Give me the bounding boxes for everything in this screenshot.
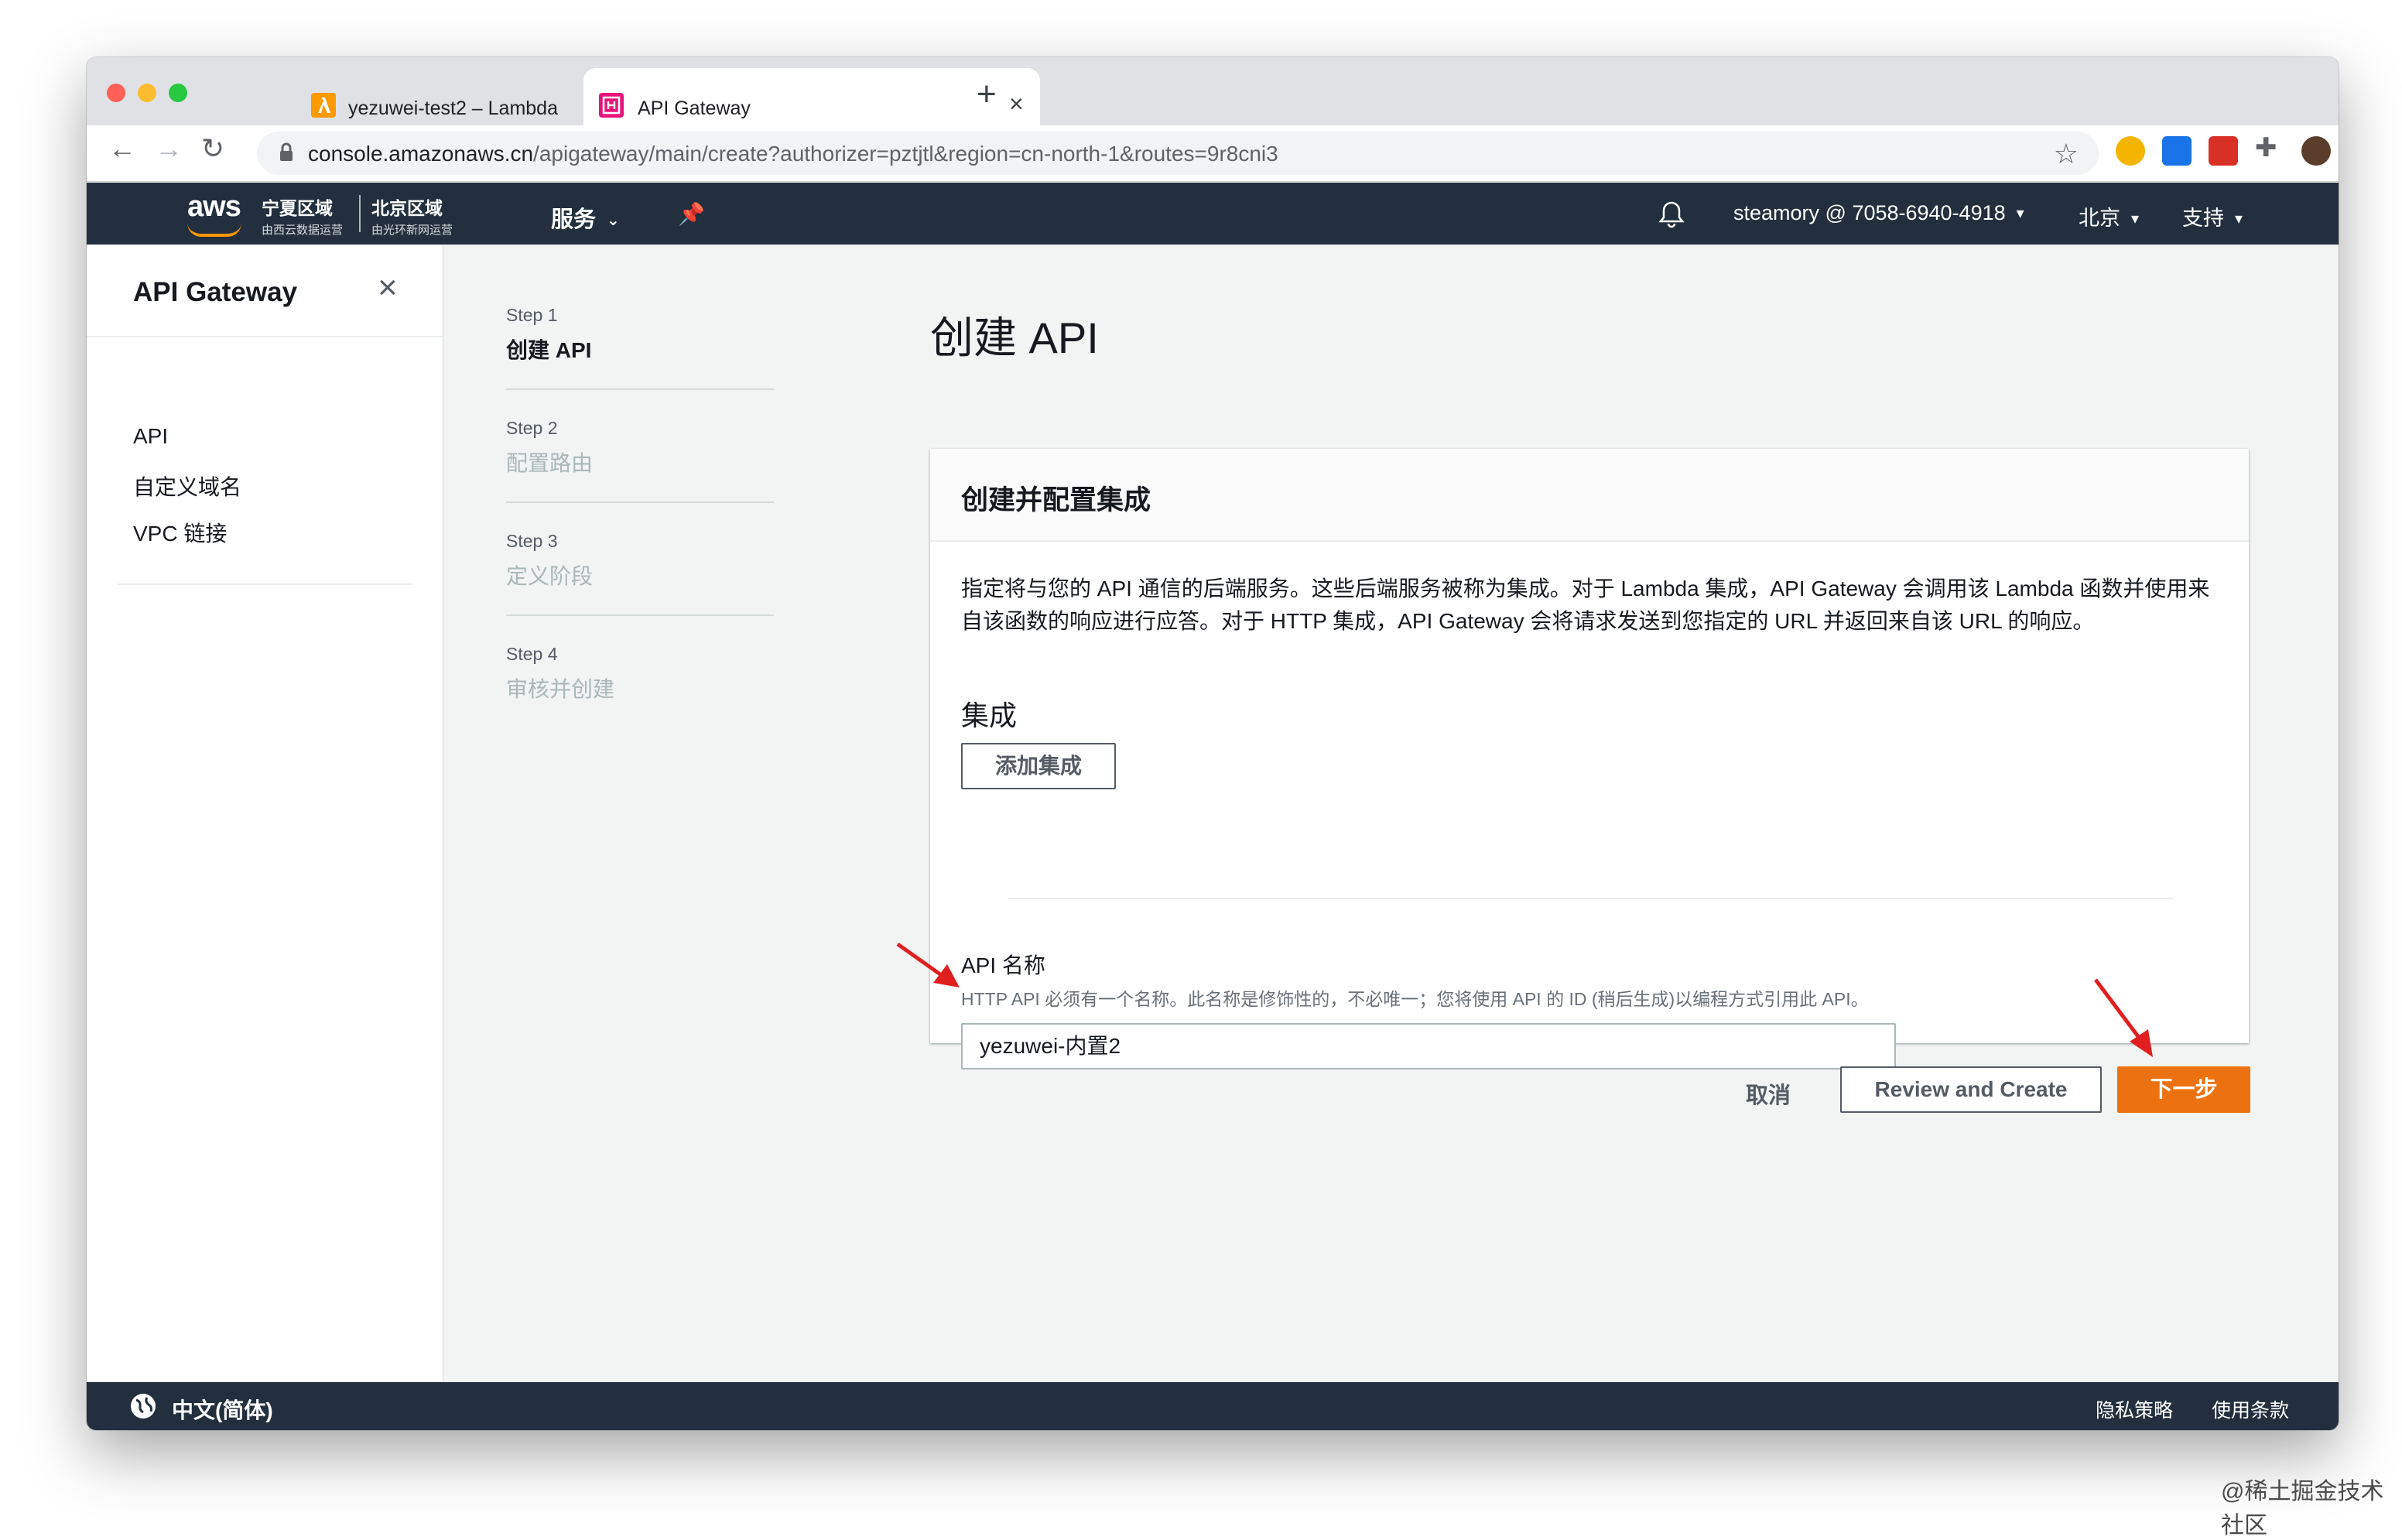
arrow-to-next-button-icon [2094, 978, 2153, 1057]
watermark: @稀土掘金技术社区 [2221, 1479, 2384, 1538]
arrow-to-api-name-icon [896, 942, 960, 987]
annotation-arrows [896, 942, 2153, 1057]
